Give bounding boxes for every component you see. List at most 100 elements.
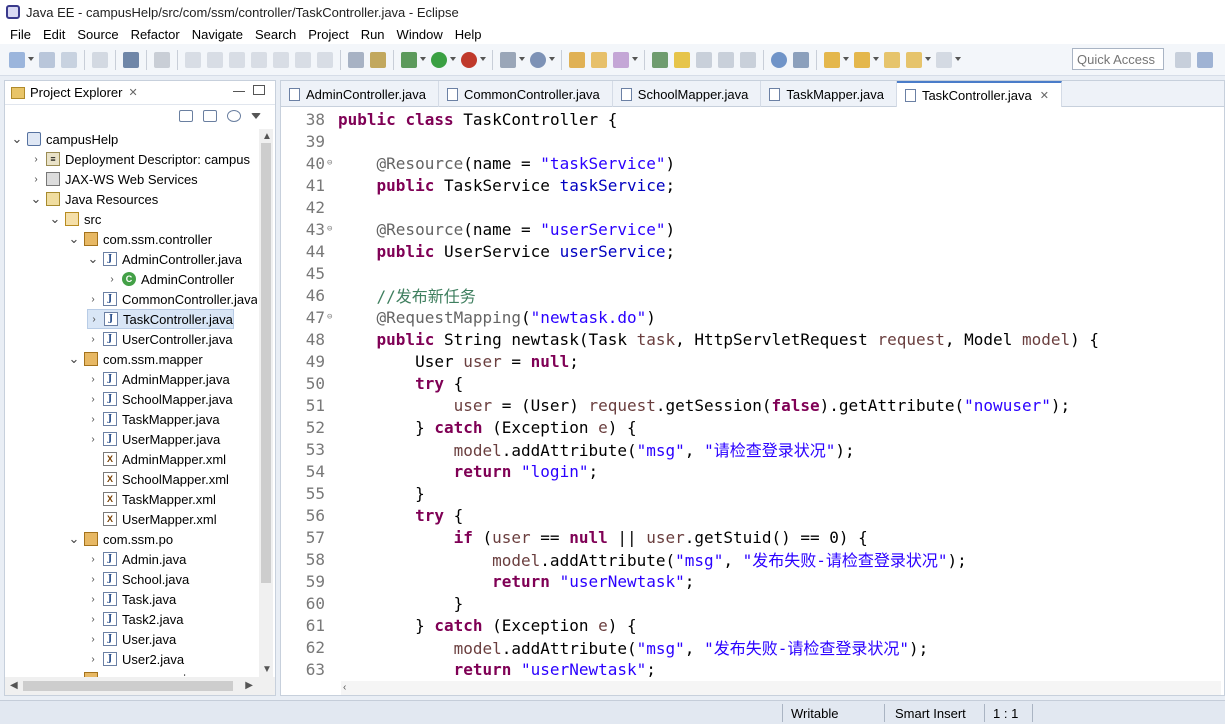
menu-file[interactable]: File	[4, 27, 37, 42]
menu-window[interactable]: Window	[391, 27, 449, 42]
tree-item[interactable]: › ≡ Deployment Descriptor: campus	[30, 149, 250, 169]
tree-item[interactable]: › J Task2.java	[87, 609, 183, 629]
external-tools-icon[interactable]	[461, 51, 477, 68]
menu-source[interactable]: Source	[71, 27, 124, 42]
previous-annotation-icon[interactable]	[854, 51, 870, 68]
next-annotation-icon[interactable]	[824, 51, 840, 68]
tree-item[interactable]: › C AdminController	[106, 269, 234, 289]
scroll-left-icon[interactable]: ‹	[343, 682, 346, 693]
save-icon[interactable]	[39, 51, 55, 68]
chevron-down-icon[interactable]: ⌄	[11, 132, 23, 145]
code-line[interactable]: 63 return "userNewtask";	[281, 658, 1221, 679]
paragraph-icon[interactable]	[740, 51, 756, 68]
new-server-icon[interactable]	[500, 51, 516, 68]
code-line[interactable]: 51 user = (User) request.getSession(fals…	[281, 394, 1221, 416]
chevron-right-icon[interactable]: ›	[30, 154, 42, 165]
terminate-icon[interactable]	[229, 51, 245, 68]
globe-icon[interactable]	[771, 51, 787, 68]
project-explorer-title[interactable]: Project Explorer	[30, 85, 122, 100]
chevron-right-icon[interactable]: ›	[30, 174, 42, 185]
link-icon[interactable]	[348, 51, 364, 68]
tree-item[interactable]: X AdminMapper.xml	[87, 449, 226, 469]
tree-item[interactable]: › J User2.java	[87, 649, 184, 669]
chevron-right-icon[interactable]: ›	[106, 274, 118, 285]
debug-icon[interactable]	[401, 51, 417, 68]
disconnect-icon[interactable]	[251, 51, 267, 68]
chevron-down-icon[interactable]	[420, 56, 426, 63]
menu-navigate[interactable]: Navigate	[186, 27, 249, 42]
code-line[interactable]: 52 } catch (Exception e) {	[281, 416, 1221, 438]
code-area[interactable]: 38 public class TaskController {39 40 ⊖ @Re…	[281, 108, 1221, 679]
chevron-down-icon[interactable]	[632, 56, 638, 63]
new-icon[interactable]	[9, 51, 25, 68]
code-line[interactable]: 40 ⊖ @Resource(name = "taskService")	[281, 152, 1221, 174]
code-line[interactable]: 57 if (user == null || user.getStuid() =…	[281, 526, 1221, 548]
scroll-down-icon[interactable]: ▼	[262, 664, 272, 675]
code-line[interactable]: 43 ⊖ @Resource(name = "userService")	[281, 218, 1221, 240]
editor-tab[interactable]: CommonController.java	[439, 81, 613, 107]
tree-item[interactable]: ⌄ com.ssm.mapper	[68, 349, 203, 369]
scrollbar-thumb[interactable]	[23, 681, 233, 691]
search-task-icon[interactable]	[613, 51, 629, 68]
menu-help[interactable]: Help	[449, 27, 488, 42]
chevron-right-icon[interactable]: ›	[87, 294, 99, 305]
tree-item[interactable]: X TaskMapper.xml	[87, 489, 216, 509]
menu-refactor[interactable]: Refactor	[125, 27, 186, 42]
code-line[interactable]: 47 ⊖ @RequestMapping("newtask.do")	[281, 306, 1221, 328]
editor-tab[interactable]: TaskController.java ✕	[896, 81, 1062, 107]
tree-item[interactable]: X SchoolMapper.xml	[87, 469, 229, 489]
tree-item[interactable]: › J UserController.java	[87, 329, 232, 349]
fold-marker-icon[interactable]: ⊖	[327, 312, 337, 322]
code-line[interactable]: 53 model.addAttribute("msg", "请检查登录状况");	[281, 438, 1221, 461]
menu-project[interactable]: Project	[302, 27, 354, 42]
fold-marker-icon[interactable]: ⊖	[327, 158, 337, 168]
chevron-right-icon[interactable]: ›	[87, 554, 99, 565]
chevron-right-icon[interactable]: ›	[87, 434, 99, 445]
code-line[interactable]: 61 } catch (Exception e) {	[281, 614, 1221, 636]
step-into-icon[interactable]	[273, 51, 289, 68]
tree-item[interactable]: ⌄ Java Resources	[30, 189, 159, 209]
toggle-mark-occurrences-icon[interactable]	[652, 51, 668, 68]
code-line[interactable]: 58 model.addAttribute("msg", "发布失败-请检查登录…	[281, 548, 1221, 571]
chevron-down-icon[interactable]	[955, 56, 961, 63]
block-selection-icon[interactable]	[696, 51, 712, 68]
close-icon[interactable]: ✕	[1040, 89, 1049, 102]
open-folder-icon[interactable]	[591, 51, 607, 68]
suspend-icon[interactable]	[207, 51, 223, 68]
tree-item[interactable]: › J SchoolMapper.java	[87, 389, 232, 409]
menu-search[interactable]: Search	[249, 27, 302, 42]
chevron-right-icon[interactable]: ›	[87, 374, 99, 385]
tree-item[interactable]: › JAX-WS Web Services	[30, 169, 197, 189]
link-with-editor-icon[interactable]	[203, 110, 217, 122]
fold-marker-icon[interactable]: ⊖	[327, 224, 337, 234]
last-edit-location-icon[interactable]	[884, 51, 900, 68]
hierarchy-icon[interactable]	[370, 51, 386, 68]
tree-item[interactable]: ⌄ campusHelp	[11, 129, 119, 149]
chevron-right-icon[interactable]: ›	[87, 614, 99, 625]
explorer-vertical-scrollbar[interactable]: ▲ ▼	[259, 129, 273, 677]
open-perspective-icon[interactable]	[1175, 52, 1191, 68]
tree-item[interactable]: › J School.java	[87, 569, 189, 589]
chevron-right-icon[interactable]: ›	[87, 574, 99, 585]
tree-item[interactable]: ⌄ com.ssm.controller	[68, 229, 213, 249]
binary-icon[interactable]	[92, 51, 108, 68]
back-icon[interactable]	[906, 51, 922, 68]
editor-tab[interactable]: TaskMapper.java	[761, 81, 897, 107]
maximize-icon[interactable]	[253, 85, 265, 95]
highlighter-icon[interactable]	[674, 51, 690, 68]
chevron-down-icon[interactable]	[519, 56, 525, 63]
editor-horizontal-scrollbar[interactable]: ‹	[341, 681, 1221, 695]
minimize-icon[interactable]	[233, 91, 245, 93]
chevron-down-icon[interactable]	[450, 56, 456, 63]
code-line[interactable]: 55 }	[281, 482, 1221, 504]
code-line[interactable]: 60 }	[281, 592, 1221, 614]
chevron-down-icon[interactable]	[873, 56, 879, 63]
scrollbar-thumb[interactable]	[261, 143, 271, 583]
chevron-down-icon[interactable]: ⌄	[30, 192, 42, 205]
chevron-right-icon[interactable]: ›	[87, 334, 99, 345]
chevron-right-icon[interactable]: ›	[87, 594, 99, 605]
chevron-down-icon[interactable]	[480, 56, 486, 63]
view-menu-icon[interactable]	[251, 113, 261, 119]
tree-item[interactable]: ⌄ J AdminController.java	[87, 249, 242, 269]
scroll-up-icon[interactable]: ▲	[262, 131, 272, 142]
